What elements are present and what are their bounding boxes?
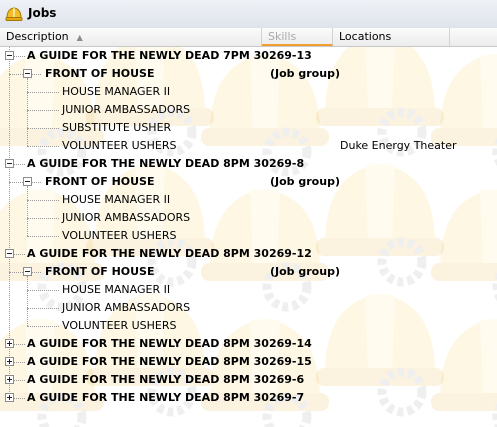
project-label: A GUIDE FOR THE NEWLY DEAD 8PM 30269-8 bbox=[27, 157, 305, 170]
expand-toggle[interactable] bbox=[5, 339, 14, 348]
column-locations[interactable]: Locations bbox=[333, 28, 450, 46]
tree-row-job-group[interactable]: FRONT OF HOUSE (Job group) bbox=[0, 65, 497, 83]
project-label: A GUIDE FOR THE NEWLY DEAD 7PM 30269-13 bbox=[27, 49, 312, 62]
title-bar: Jobs bbox=[0, 0, 497, 29]
tree-row-job[interactable]: JUNIOR AMBASSADORS bbox=[0, 101, 497, 119]
tree-row-project[interactable]: A GUIDE FOR THE NEWLY DEAD 8PM 30269-12 bbox=[0, 245, 497, 263]
tree-row-project[interactable]: A GUIDE FOR THE NEWLY DEAD 8PM 30269-14 bbox=[0, 335, 497, 353]
tree-connector bbox=[27, 218, 59, 219]
job-group-label: FRONT OF HOUSE bbox=[45, 67, 155, 80]
tree-connector bbox=[13, 164, 25, 165]
job-label: JUNIOR AMBASSADORS bbox=[62, 301, 191, 314]
tree-connector bbox=[13, 254, 25, 255]
job-label: VOLUNTEER USHERS bbox=[62, 229, 177, 242]
column-locations-label: Locations bbox=[339, 30, 392, 43]
tree-row-project[interactable]: A GUIDE FOR THE NEWLY DEAD 8PM 30269-6 bbox=[0, 371, 497, 389]
tree-connector bbox=[27, 146, 59, 147]
project-label: A GUIDE FOR THE NEWLY DEAD 8PM 30269-12 bbox=[27, 247, 312, 260]
project-label: A GUIDE FOR THE NEWLY DEAD 8PM 30269-7 bbox=[27, 391, 305, 404]
tree-connector bbox=[27, 290, 59, 291]
tree-row-job[interactable]: JUNIOR AMBASSADORS bbox=[0, 209, 497, 227]
job-group-toggle[interactable] bbox=[23, 69, 32, 78]
job-label: VOLUNTEER USHERS bbox=[62, 139, 177, 152]
tree-connector bbox=[27, 326, 59, 327]
project-label: A GUIDE FOR THE NEWLY DEAD 8PM 30269-6 bbox=[27, 373, 305, 386]
job-group-toggle[interactable] bbox=[23, 177, 32, 186]
project-label: A GUIDE FOR THE NEWLY DEAD 8PM 30269-15 bbox=[27, 355, 312, 368]
jobs-window: Jobs Description ▲ Skills Locations A GUI… bbox=[0, 0, 497, 427]
tree-row-project[interactable]: A GUIDE FOR THE NEWLY DEAD 7PM 30269-13 bbox=[0, 47, 497, 65]
job-label: HOUSE MANAGER II bbox=[62, 283, 171, 296]
job-label: HOUSE MANAGER II bbox=[62, 85, 171, 98]
tree-connector bbox=[27, 92, 59, 93]
tree-rows: A GUIDE FOR THE NEWLY DEAD 7PM 30269-13 F… bbox=[0, 47, 497, 427]
tree-row-job[interactable]: HOUSE MANAGER II bbox=[0, 83, 497, 101]
tree-connector bbox=[13, 56, 25, 57]
tree-row-job[interactable]: JUNIOR AMBASSADORS bbox=[0, 299, 497, 317]
tree-connector bbox=[13, 380, 25, 381]
job-group-tag: (Job group) bbox=[270, 265, 340, 278]
collapse-toggle[interactable] bbox=[5, 249, 14, 258]
job-label: SUBSTITUTE USHER bbox=[62, 121, 172, 134]
job-group-toggle[interactable] bbox=[23, 267, 32, 276]
tree-row-job[interactable]: SUBSTITUTE USHER bbox=[0, 119, 497, 137]
tree-row-project[interactable]: A GUIDE FOR THE NEWLY DEAD 8PM 30269-7 bbox=[0, 389, 497, 407]
column-skills-label: Skills bbox=[268, 30, 297, 43]
job-label: HOUSE MANAGER II bbox=[62, 193, 171, 206]
collapse-toggle[interactable] bbox=[5, 51, 14, 60]
expand-toggle[interactable] bbox=[5, 375, 14, 384]
tree-row-job[interactable]: VOLUNTEER USHERS Duke Energy Theater bbox=[0, 137, 497, 155]
job-label: VOLUNTEER USHERS bbox=[62, 319, 177, 332]
tree-connector bbox=[27, 128, 59, 129]
tree-connector bbox=[27, 110, 59, 111]
collapse-toggle[interactable] bbox=[5, 159, 14, 168]
column-filler bbox=[450, 28, 497, 46]
column-description[interactable]: Description ▲ bbox=[0, 28, 262, 46]
window-title: Jobs bbox=[28, 6, 57, 20]
hard-hat-icon bbox=[5, 5, 23, 23]
tree-connector bbox=[27, 186, 28, 236]
column-skills[interactable]: Skills bbox=[262, 28, 333, 46]
tree-row-job[interactable]: HOUSE MANAGER II bbox=[0, 191, 497, 209]
tree-row-project[interactable]: A GUIDE FOR THE NEWLY DEAD 8PM 30269-8 bbox=[0, 155, 497, 173]
tree-connector bbox=[27, 276, 28, 326]
tree-connector bbox=[27, 308, 59, 309]
job-group-label: FRONT OF HOUSE bbox=[45, 175, 155, 188]
tree-row-job[interactable]: HOUSE MANAGER II bbox=[0, 281, 497, 299]
job-group-tag: (Job group) bbox=[270, 67, 340, 80]
tree-connector bbox=[27, 78, 28, 146]
job-group-tag: (Job group) bbox=[270, 175, 340, 188]
tree-row-job-group[interactable]: FRONT OF HOUSE (Job group) bbox=[0, 173, 497, 191]
sort-ascending-icon: ▲ bbox=[76, 33, 83, 42]
project-label: A GUIDE FOR THE NEWLY DEAD 8PM 30269-14 bbox=[27, 337, 312, 350]
tree-connector bbox=[13, 344, 25, 345]
tree-connector bbox=[27, 200, 59, 201]
tree-connector bbox=[13, 398, 25, 399]
job-label: JUNIOR AMBASSADORS bbox=[62, 211, 191, 224]
job-group-label: FRONT OF HOUSE bbox=[45, 265, 155, 278]
column-header: Description ▲ Skills Locations bbox=[0, 28, 497, 47]
expand-toggle[interactable] bbox=[5, 357, 14, 366]
tree-row-project[interactable]: A GUIDE FOR THE NEWLY DEAD 8PM 30269-15 bbox=[0, 353, 497, 371]
expand-toggle[interactable] bbox=[5, 393, 14, 402]
job-label: JUNIOR AMBASSADORS bbox=[62, 103, 191, 116]
tree-row-job[interactable]: VOLUNTEER USHERS bbox=[0, 317, 497, 335]
tree-connector bbox=[13, 362, 25, 363]
tree-row-job-group[interactable]: FRONT OF HOUSE (Job group) bbox=[0, 263, 497, 281]
tree-row-job[interactable]: VOLUNTEER USHERS bbox=[0, 227, 497, 245]
jobs-tree: A GUIDE FOR THE NEWLY DEAD 7PM 30269-13 F… bbox=[0, 47, 497, 427]
tree-connector bbox=[27, 236, 59, 237]
column-description-label: Description bbox=[6, 30, 69, 43]
job-location: Duke Energy Theater bbox=[340, 139, 457, 152]
